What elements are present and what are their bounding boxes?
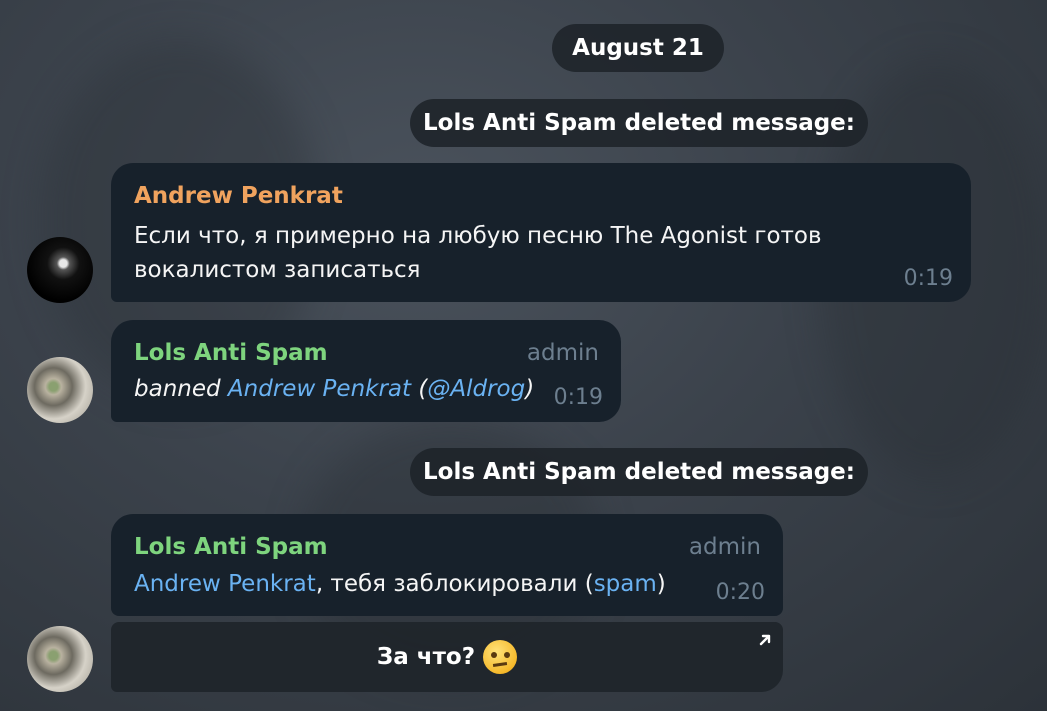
service-message: Lols Anti Spam deleted message: <box>410 448 868 496</box>
raised-eyebrow-emoji-icon <box>483 640 518 674</box>
sender-name[interactable]: Lols Anti Spam <box>134 534 328 560</box>
avatar[interactable] <box>27 237 93 303</box>
message-time: 0:20 <box>715 580 765 605</box>
date-pill: August 21 <box>552 24 724 72</box>
admin-badge: admin <box>526 340 599 366</box>
message-text: вокалистом записаться <box>134 257 421 283</box>
avatar[interactable] <box>27 626 93 692</box>
message-text: Если что, я примерно на любую песню The … <box>134 223 822 249</box>
message-bubble[interactable]: Lols Anti Spam admin Andrew Penkrat, теб… <box>111 514 783 616</box>
reason-link[interactable]: spam <box>594 571 657 597</box>
user-mention-link[interactable]: Andrew Penkrat <box>228 376 411 402</box>
message-bubble[interactable]: Andrew Penkrat Если что, я примерно на л… <box>111 163 971 302</box>
sender-name[interactable]: Lols Anti Spam <box>134 340 328 366</box>
message-text: banned Andrew Penkrat (@Aldrog) <box>134 376 535 402</box>
avatar[interactable] <box>27 357 93 423</box>
inline-button-za-chto[interactable]: За что? <box>111 622 783 692</box>
sender-name[interactable]: Andrew Penkrat <box>134 183 343 209</box>
admin-badge: admin <box>688 534 761 560</box>
message-text: Andrew Penkrat, тебя заблокировали (spam… <box>134 571 666 597</box>
message-time: 0:19 <box>903 266 953 291</box>
service-message: Lols Anti Spam deleted message: <box>410 99 868 147</box>
message-bubble[interactable]: Lols Anti Spam admin banned Andrew Penkr… <box>111 320 621 422</box>
user-mention-link[interactable]: Andrew Penkrat <box>134 571 316 597</box>
arrow-up-right-icon <box>759 634 771 646</box>
message-time: 0:19 <box>553 385 603 410</box>
username-link[interactable]: @Aldrog <box>427 376 525 402</box>
